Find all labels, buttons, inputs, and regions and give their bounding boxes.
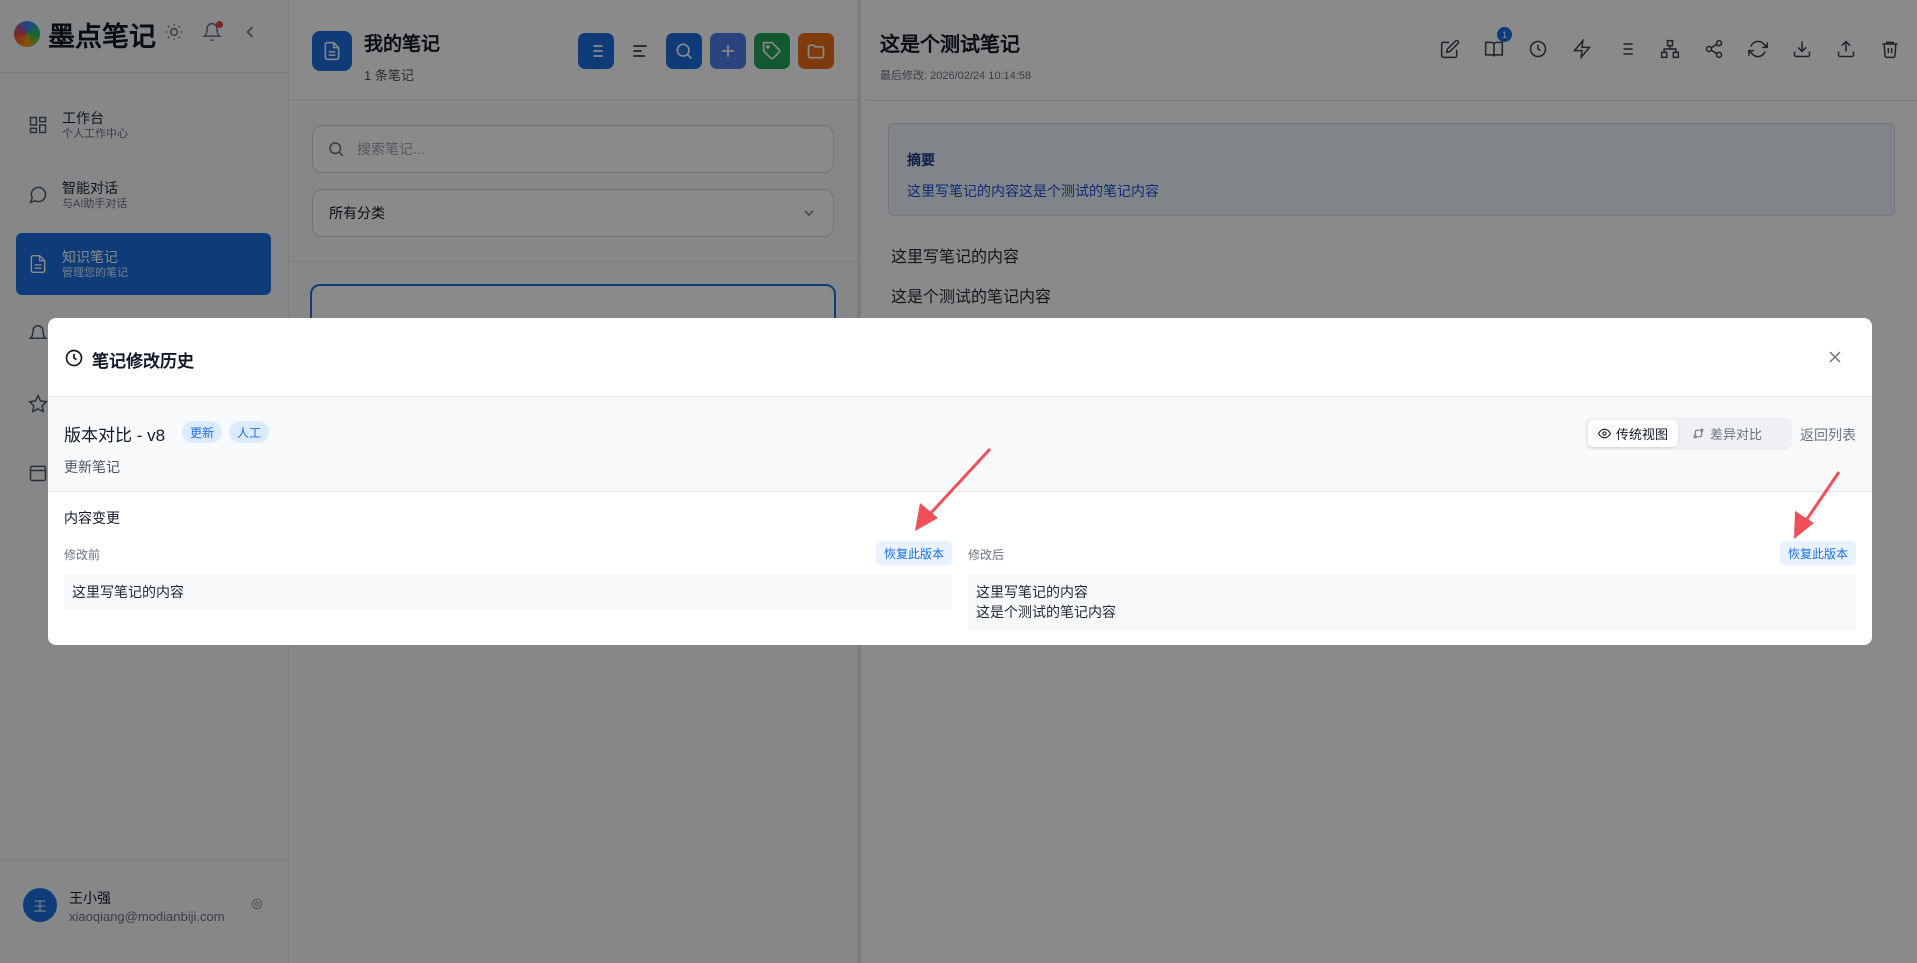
before-line: 这里写笔记的内容	[72, 584, 184, 600]
view-mode-toggle: 传统视图 差异对比	[1585, 417, 1792, 450]
tag-manual: 人工	[229, 421, 270, 443]
history-modal: 笔记修改历史 版本对比 - v8 更新 人工 更新笔记 传统视图 差异对比 返回…	[48, 318, 1872, 645]
restore-before-button[interactable]: 恢复此版本	[876, 541, 953, 565]
after-line: 这是个测试的笔记内容	[976, 604, 1116, 620]
content-changes-label: 内容变更	[64, 510, 120, 526]
traditional-view-button[interactable]: 传统视图	[1588, 420, 1679, 447]
compare-arrows-icon	[1693, 428, 1704, 439]
version-bar: 版本对比 - v8 更新 人工 更新笔记 传统视图 差异对比 返回列表	[48, 397, 1872, 492]
modal-title: 笔记修改历史	[92, 352, 194, 371]
restore-after-button[interactable]: 恢复此版本	[1780, 541, 1857, 565]
before-label: 修改前	[64, 548, 101, 562]
back-to-list-link[interactable]: 返回列表	[1800, 425, 1856, 445]
eye-icon	[1598, 428, 1611, 439]
after-line: 这里写笔记的内容	[976, 584, 1088, 600]
tag-update: 更新	[182, 421, 223, 443]
traditional-view-label: 传统视图	[1616, 427, 1669, 442]
after-label: 修改后	[968, 548, 1005, 562]
after-content: 这里写笔记的内容 这是个测试的笔记内容	[968, 574, 1856, 630]
diff-view-label: 差异对比	[1710, 427, 1763, 442]
clock-icon	[65, 349, 83, 367]
version-title: 版本对比 - v8	[64, 426, 166, 445]
close-icon[interactable]	[1825, 347, 1845, 367]
before-content: 这里写笔记的内容	[64, 574, 952, 610]
modal-header: 笔记修改历史	[48, 318, 1872, 397]
diff-view-button[interactable]: 差异对比	[1682, 420, 1772, 447]
version-description: 更新笔记	[64, 459, 120, 475]
